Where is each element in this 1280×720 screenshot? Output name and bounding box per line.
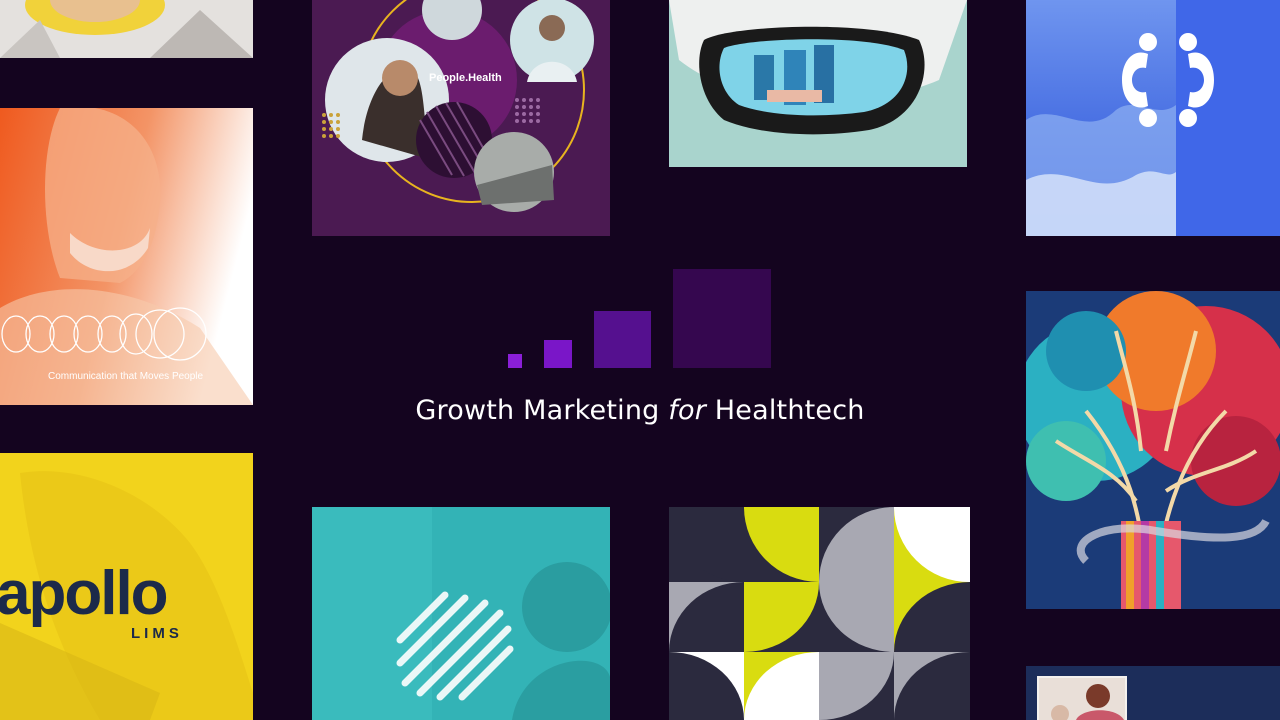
portrait-photo [0,0,253,58]
people-health-collage [322,0,594,212]
people-health-label: People.Health [429,72,502,84]
headline-after: Healthtech [706,395,865,426]
tile-teal-stripes [312,507,610,720]
caregiver-photo [1026,666,1280,720]
tile-top-left-photo [0,0,253,58]
tile-orange-communication: Communication that Moves People [0,108,253,405]
geometric-pattern [669,507,970,720]
orange-tagline: Communication that Moves People [48,371,204,382]
growth-bar-2 [544,340,572,368]
tile-geometric-pattern [669,507,970,720]
growth-bar-4 [673,269,771,368]
tile-bottom-right-photo [1026,666,1280,720]
nurse-mask-photo [0,108,253,405]
growth-bar-3 [594,311,651,368]
tile-vr-headset [669,0,967,167]
apollo-sub: LIMS [131,625,183,642]
tile-people-health: People.Health [312,0,610,236]
apollo-wordmark: apollo [0,559,169,628]
people-ring-icon [1122,33,1214,127]
tile-ocean-logo [1026,0,1280,236]
vr-headset-photo [669,0,967,167]
tile-colorful-tree [1026,291,1280,609]
headline-italic: for [668,395,706,426]
headline-before: Growth Marketing [415,395,669,426]
stripes-logo-icon [396,591,514,701]
tree-illustration [1026,291,1280,609]
tile-apollo-lims: apollo LIMS [0,453,253,720]
growth-bars-icon [508,354,522,368]
